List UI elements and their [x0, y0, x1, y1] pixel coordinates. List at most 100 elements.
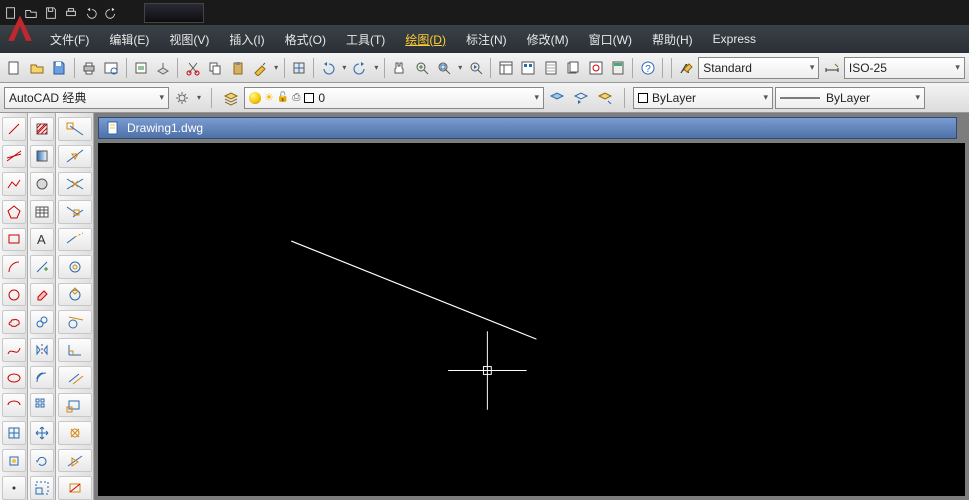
make-block-button[interactable] [2, 449, 26, 473]
rectangle-button[interactable] [2, 228, 26, 252]
menu-window[interactable]: 窗口(W) [579, 25, 642, 53]
document-titlebar[interactable]: Drawing1.dwg [98, 117, 957, 139]
design-center-button[interactable] [518, 57, 539, 79]
snap-tangent-button[interactable] [58, 310, 92, 334]
menu-help[interactable]: 帮助(H) [642, 25, 703, 53]
sheet-set-button[interactable] [563, 57, 584, 79]
snap-perp-button[interactable] [58, 338, 92, 362]
tool-palette-button[interactable] [540, 57, 561, 79]
copy-obj-button[interactable] [30, 310, 54, 334]
polygon-button[interactable] [2, 200, 26, 224]
revcloud-button[interactable] [2, 310, 26, 334]
redo-drop[interactable]: ▾ [373, 63, 380, 72]
linetype-combo[interactable]: ByLayer▾ [775, 87, 925, 109]
arc-button[interactable] [2, 255, 26, 279]
save-button[interactable] [49, 57, 70, 79]
redo-icon[interactable] [104, 6, 118, 20]
snap-parallel-button[interactable] [58, 366, 92, 390]
offset-button[interactable] [30, 366, 54, 390]
markup-button[interactable] [585, 57, 606, 79]
menu-draw[interactable]: 绘图(D) [395, 25, 456, 53]
layer-combo[interactable]: ☀ 🔓 ⎙ 0 ▾ [244, 87, 544, 109]
layer-iso-button[interactable] [594, 87, 616, 109]
quickcalc-button[interactable] [608, 57, 629, 79]
snap-nearest-button[interactable] [58, 449, 92, 473]
layer-properties-button[interactable] [220, 87, 242, 109]
cut-button[interactable] [182, 57, 203, 79]
snap-insert-button[interactable] [58, 393, 92, 417]
publish-button[interactable] [130, 57, 151, 79]
help-button[interactable]: ? [637, 57, 658, 79]
textstyle-combo[interactable]: Standard▾ [698, 57, 819, 79]
block-editor-button[interactable] [289, 57, 310, 79]
snap-intersection-button[interactable] [58, 172, 92, 196]
3dprint-button[interactable] [153, 57, 174, 79]
insert-block-button[interactable] [2, 421, 26, 445]
save-icon[interactable] [44, 6, 58, 20]
color-combo[interactable]: ByLayer▾ [633, 87, 773, 109]
mtext-button[interactable]: A [30, 228, 54, 252]
ellipse-arc-button[interactable] [2, 393, 26, 417]
snap-none-button[interactable] [58, 476, 92, 500]
snap-extension-button[interactable] [58, 228, 92, 252]
ellipse-button[interactable] [2, 366, 26, 390]
array-button[interactable] [30, 393, 54, 417]
redo-button[interactable] [350, 57, 371, 79]
menu-format[interactable]: 格式(O) [275, 25, 336, 53]
paste-drop[interactable]: ▾ [272, 63, 279, 72]
zoom-window-button[interactable] [434, 57, 455, 79]
workspace-combo[interactable]: AutoCAD 经典▾ [4, 87, 169, 109]
zoom-drop[interactable]: ▾ [457, 63, 464, 72]
menu-view[interactable]: 视图(V) [159, 25, 219, 53]
dimstyle-button[interactable] [821, 57, 842, 79]
move-button[interactable] [30, 421, 54, 445]
point-button[interactable] [2, 476, 26, 500]
drawing-canvas[interactable] [98, 143, 965, 496]
spline-button[interactable] [2, 338, 26, 362]
hatch-button[interactable] [30, 117, 54, 141]
scale-button[interactable] [30, 476, 54, 500]
line-button[interactable] [2, 117, 26, 141]
menu-insert[interactable]: 插入(I) [219, 25, 274, 53]
print-icon[interactable] [64, 6, 78, 20]
snap-midpoint-button[interactable] [58, 145, 92, 169]
circle-button[interactable] [2, 283, 26, 307]
workspace-settings-button[interactable] [171, 87, 193, 109]
undo-drop[interactable]: ▾ [341, 63, 348, 72]
table-button[interactable] [30, 200, 54, 224]
menu-tools[interactable]: 工具(T) [336, 25, 395, 53]
app-logo[interactable] [0, 7, 40, 51]
menu-express[interactable]: Express [703, 25, 766, 53]
menu-dimension[interactable]: 标注(N) [456, 25, 517, 53]
copy-button[interactable] [205, 57, 226, 79]
menu-modify[interactable]: 修改(M) [517, 25, 579, 53]
snap-appint-button[interactable] [58, 200, 92, 224]
snap-node-button[interactable] [58, 421, 92, 445]
workspace-drop[interactable]: ▾ [195, 93, 203, 102]
dimstyle-combo[interactable]: ISO-25▾ [844, 57, 965, 79]
paste-button[interactable] [227, 57, 248, 79]
addselected-button[interactable] [30, 255, 54, 279]
snap-center-button[interactable] [58, 255, 92, 279]
xline-button[interactable] [2, 145, 26, 169]
undo-button[interactable] [318, 57, 339, 79]
erase-button[interactable] [30, 283, 54, 307]
properties-button[interactable] [495, 57, 516, 79]
print-button[interactable] [78, 57, 99, 79]
gradient-button[interactable] [30, 145, 54, 169]
region-button[interactable] [30, 172, 54, 196]
textstyle-button[interactable]: A [676, 57, 697, 79]
snap-quadrant-button[interactable] [58, 283, 92, 307]
new-button[interactable] [4, 57, 25, 79]
menu-edit[interactable]: 编辑(E) [99, 25, 159, 53]
zoom-realtime-button[interactable] [411, 57, 432, 79]
menu-file[interactable]: 文件(F) [40, 25, 99, 53]
plot-preview-button[interactable] [101, 57, 122, 79]
match-prop-button[interactable] [250, 57, 271, 79]
undo-icon[interactable] [84, 6, 98, 20]
pan-button[interactable] [389, 57, 410, 79]
zoom-previous-button[interactable] [466, 57, 487, 79]
snap-endpoint-button[interactable] [58, 117, 92, 141]
open-button[interactable] [27, 57, 48, 79]
rotate-button[interactable] [30, 449, 54, 473]
